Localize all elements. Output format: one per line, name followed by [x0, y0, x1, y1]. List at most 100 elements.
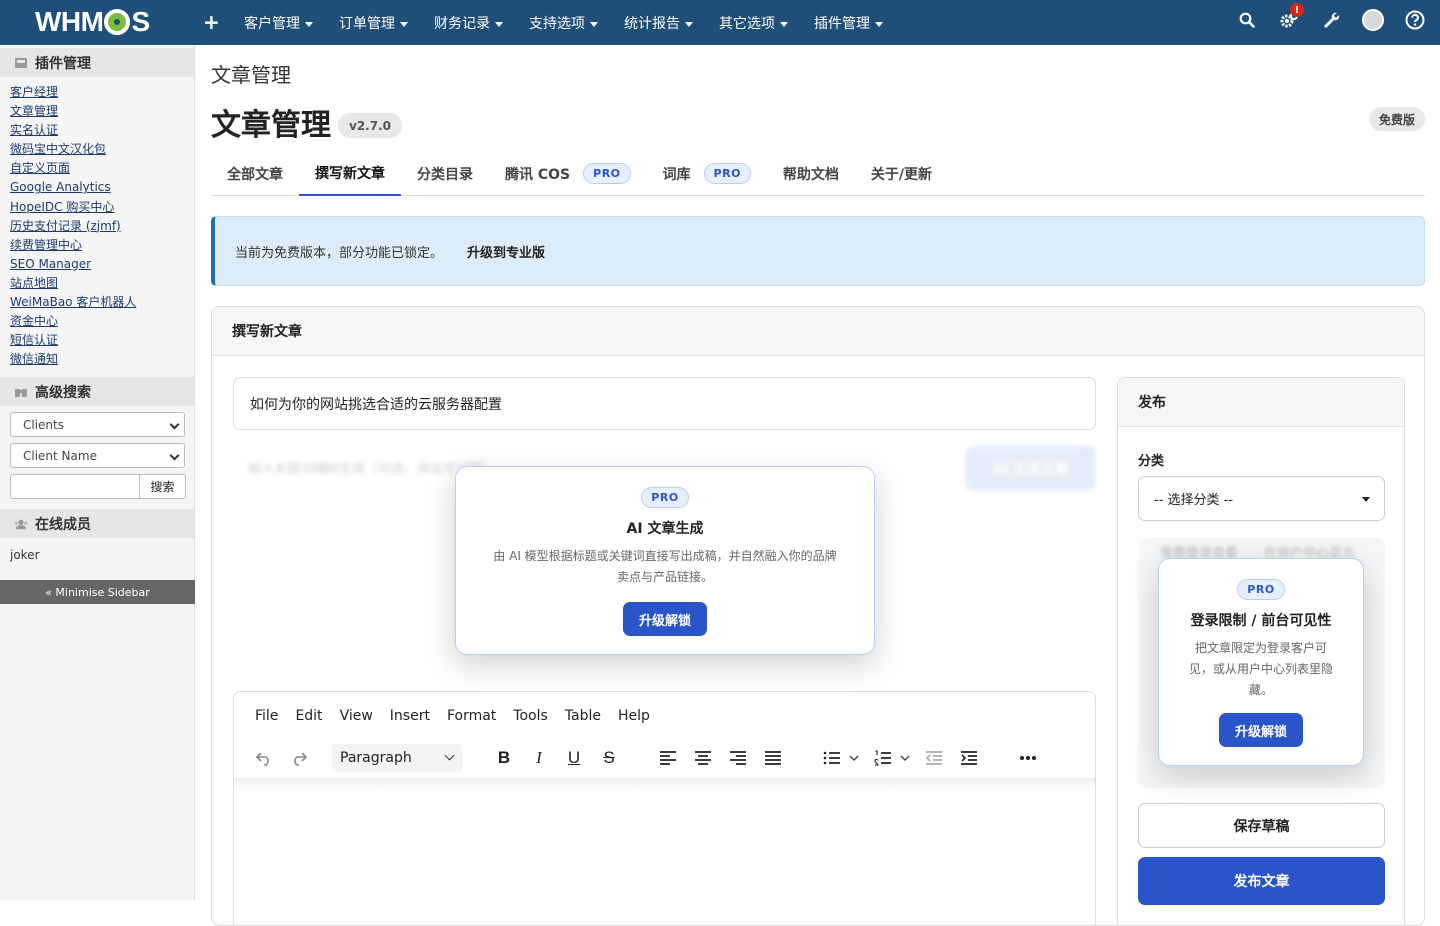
menu-tools[interactable]: Tools [513, 708, 548, 724]
tab-tencent-cos[interactable]: 腾讯 COS PRO [489, 151, 647, 196]
users-icon [14, 519, 28, 530]
select-value: -- 选择分类 -- [1154, 493, 1234, 508]
addon-link[interactable]: 历史支付记录 (zjmf) [10, 217, 194, 236]
addon-link[interactable]: 文章管理 [10, 102, 194, 121]
menu-insert[interactable]: Insert [390, 708, 430, 724]
publish-post-button[interactable]: 发布文章 [1138, 857, 1385, 905]
tab-about[interactable]: 关于/更新 [855, 151, 948, 196]
caret-down-icon [495, 21, 503, 27]
upgrade-unlock-button[interactable]: 升级解锁 [1218, 713, 1303, 747]
main-menu: 客户管理 订单管理 财务记录 支持选项 统计报告 其它选项 插件管理 [244, 13, 909, 33]
save-draft-button[interactable]: 保存草稿 [1138, 803, 1385, 848]
addon-link[interactable]: 短信认证 [10, 331, 194, 350]
align-justify-icon[interactable] [759, 744, 787, 772]
menu-billing[interactable]: 财务记录 [434, 13, 503, 33]
menu-addons[interactable]: 插件管理 [814, 13, 883, 33]
navbar-icons: ! [1216, 3, 1426, 31]
align-left-icon[interactable] [654, 744, 682, 772]
menu-help[interactable]: Help [618, 708, 650, 724]
addon-link[interactable]: 续费管理中心 [10, 236, 194, 255]
online-users-heading: 在线成员 [0, 509, 194, 539]
indent-icon[interactable] [955, 744, 983, 772]
addon-link[interactable]: HopeIDC 购买中心 [10, 198, 194, 217]
notification-badge: ! [1290, 3, 1304, 17]
addon-link[interactable]: 微码宝中文汉化包 [10, 140, 194, 159]
strikethrough-icon[interactable]: S [595, 744, 623, 772]
align-center-icon[interactable] [689, 744, 717, 772]
addon-links: 客户经理 文章管理 实名认证 微码宝中文汉化包 自定义页面 Google Ana… [0, 77, 194, 369]
addon-link[interactable]: 站点地图 [10, 274, 194, 293]
align-right-icon[interactable] [724, 744, 752, 772]
help-icon[interactable] [1404, 9, 1426, 31]
editor-content-area[interactable] [234, 778, 1095, 790]
addon-link[interactable]: 客户经理 [10, 83, 194, 102]
search-type-select[interactable]: Clients [10, 412, 185, 438]
post-title-input[interactable]: 如何为你的网站挑选合适的云服务器配置 [233, 377, 1096, 430]
search-input[interactable] [10, 474, 140, 500]
menu-orders[interactable]: 订单管理 [339, 13, 408, 33]
tab-write-post[interactable]: 撰写新文章 [299, 151, 401, 196]
underline-icon[interactable]: U [560, 744, 588, 772]
redo-icon[interactable] [285, 744, 313, 772]
tab-label: 腾讯 COS [505, 166, 571, 183]
binoculars-icon [15, 388, 27, 397]
caret-down-icon [400, 21, 408, 27]
undo-icon[interactable] [250, 744, 278, 772]
search-button[interactable]: 搜索 [140, 474, 186, 500]
numbered-list-icon[interactable] [869, 744, 897, 772]
wrench-icon[interactable] [1320, 9, 1342, 31]
lock-title: AI 文章生成 [626, 521, 704, 537]
menu-file[interactable]: File [255, 708, 278, 724]
category-select[interactable]: -- 选择分类 -- [1138, 476, 1385, 521]
tab-thesaurus[interactable]: 词库 PRO [647, 151, 767, 196]
tab-categories[interactable]: 分类目录 [401, 151, 489, 196]
sidebar-search: 搜索 [10, 474, 194, 500]
menu-utilities[interactable]: 其它选项 [719, 13, 788, 33]
write-post-panel: 撰写新文章 如何为你的网站挑选合适的云服务器配置 输入关键词辅助生成（可选，用逗… [211, 306, 1425, 926]
block-format-select[interactable]: Paragraph [332, 744, 462, 772]
addon-link[interactable]: 资金中心 [10, 312, 194, 331]
menu-label: 统计报告 [624, 16, 680, 32]
publish-heading: 发布 [1118, 378, 1404, 427]
more-options-icon[interactable] [1014, 744, 1042, 772]
chevron-down-icon[interactable] [846, 744, 862, 772]
lock-desc-line: 藏。 [1248, 683, 1273, 697]
bold-icon[interactable]: B [490, 744, 518, 772]
search-field-select[interactable]: Client Name [10, 443, 185, 469]
menu-support[interactable]: 支持选项 [529, 13, 598, 33]
page-title: 文章管理 [211, 108, 331, 143]
ai-lock-card: PRO AI 文章生成 由 AI 模型根据标题或关键词直接写出成稿，并自然融入你… [455, 466, 875, 655]
caret-down-icon [685, 21, 693, 27]
menu-reports[interactable]: 统计报告 [624, 13, 693, 33]
lock-description: 由 AI 模型根据标题或关键词直接写出成稿，并自然融入你的品牌 卖点与产品链接。 [456, 546, 874, 588]
addon-link[interactable]: Google Analytics [10, 178, 194, 197]
addon-link[interactable]: 微信通知 [10, 350, 194, 369]
upgrade-link[interactable]: 升级到专业版 [467, 242, 545, 261]
chevron-down-icon[interactable] [897, 744, 913, 772]
minimise-sidebar-button[interactable]: « Minimise Sidebar [0, 580, 195, 604]
whmcs-logo[interactable]: WHM S [35, 6, 150, 38]
user-avatar[interactable] [1362, 9, 1384, 31]
search-icon[interactable] [1236, 9, 1258, 31]
bullet-list-icon[interactable] [818, 744, 846, 772]
italic-icon[interactable]: I [525, 744, 553, 772]
addon-link[interactable]: 实名认证 [10, 121, 194, 140]
gears-notification-icon[interactable]: ! [1278, 3, 1304, 31]
tab-all-posts[interactable]: 全部文章 [211, 151, 299, 196]
tab-help-docs[interactable]: 帮助文档 [767, 151, 855, 196]
chevron-down-icon [169, 450, 180, 461]
addon-link[interactable]: SEO Manager [10, 255, 194, 274]
menu-label: 支持选项 [529, 16, 585, 32]
logo-text-left: WHM [35, 6, 104, 37]
version-badge: v2.7.0 [338, 113, 402, 138]
outdent-icon[interactable] [920, 744, 948, 772]
addon-link[interactable]: WeiMaBao 客户机器人 [10, 293, 194, 312]
menu-view[interactable]: View [340, 708, 373, 724]
add-new-icon[interactable]: + [203, 10, 220, 34]
upgrade-unlock-button[interactable]: 升级解锁 [622, 602, 707, 636]
menu-edit[interactable]: Edit [295, 708, 322, 724]
menu-clients[interactable]: 客户管理 [244, 13, 313, 33]
addon-link[interactable]: 自定义页面 [10, 159, 194, 178]
menu-format[interactable]: Format [447, 708, 496, 724]
menu-table[interactable]: Table [565, 708, 601, 724]
